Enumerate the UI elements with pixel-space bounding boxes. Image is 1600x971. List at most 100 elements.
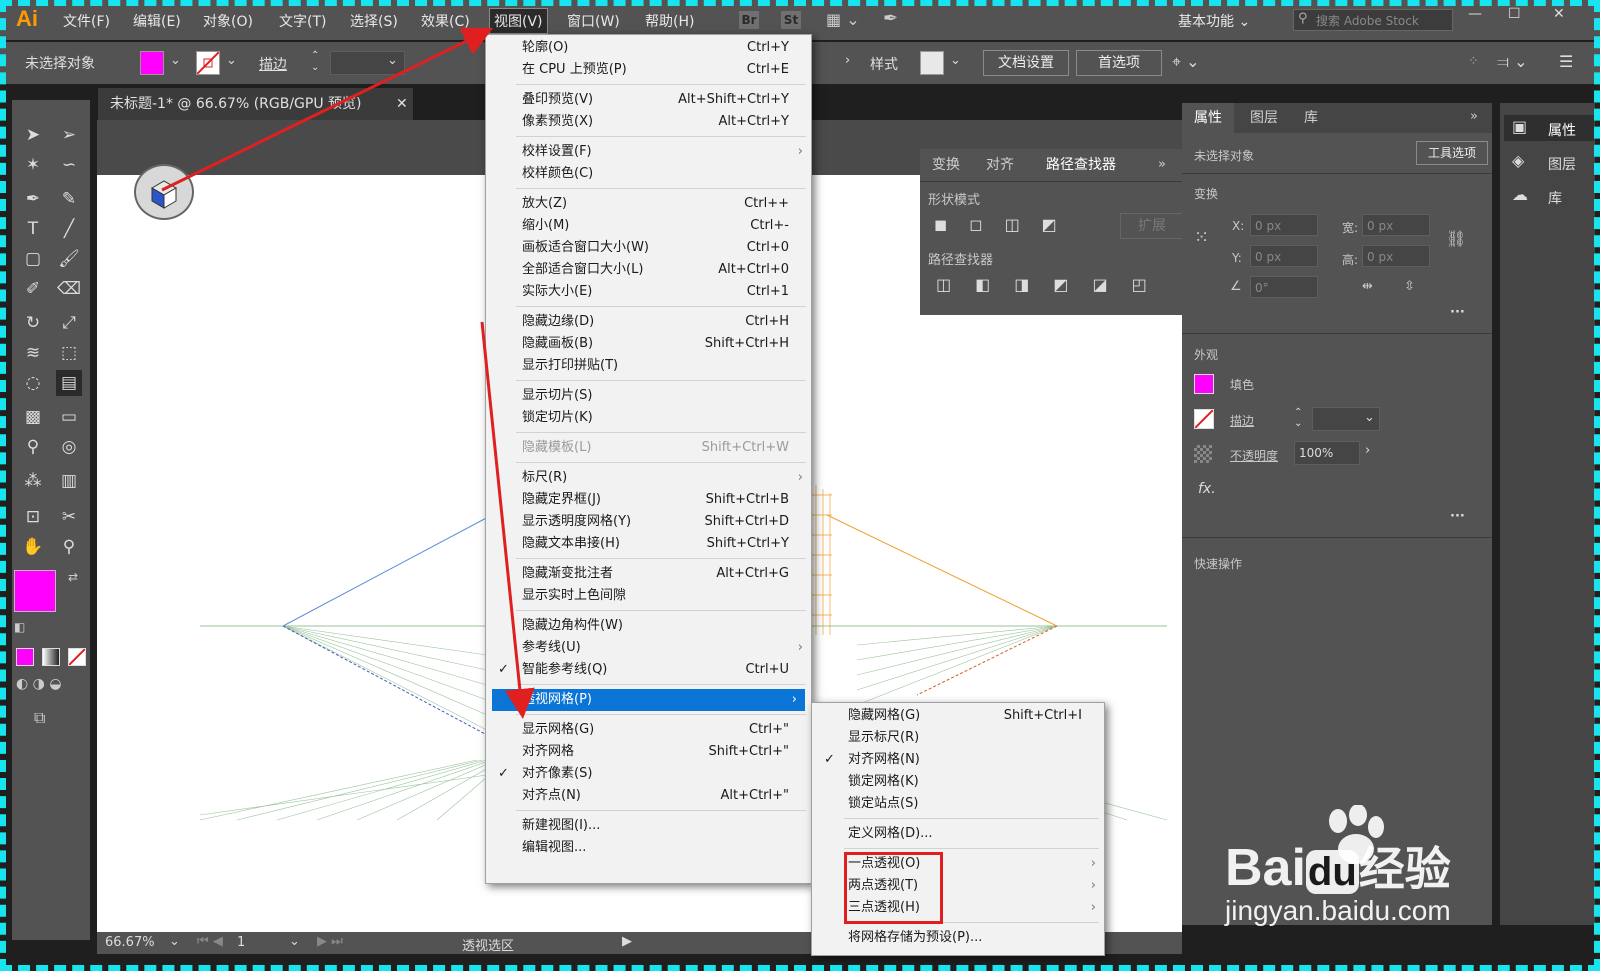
menu-item-fit-artboard[interactable]: 画板适合窗口大小(W) Ctrl+0 bbox=[486, 237, 811, 259]
direct-selection-tool-icon[interactable]: ➢ bbox=[56, 122, 82, 148]
screen-mode-icon[interactable]: ⧉ bbox=[34, 708, 45, 728]
tab-libraries[interactable]: 库 bbox=[1304, 103, 1318, 133]
submenu-hide-grid[interactable]: 隐藏网格(G) Shift+Ctrl+I bbox=[812, 705, 1104, 727]
scale-tool-icon[interactable]: ⤢ bbox=[56, 310, 82, 336]
menu-effect[interactable]: 效果(C) bbox=[421, 11, 470, 31]
submenu-lock-station-point[interactable]: 锁定站点(S) bbox=[812, 793, 1104, 815]
menu-view[interactable]: 视图(V) bbox=[489, 8, 548, 34]
curvature-tool-icon[interactable]: ✎ bbox=[56, 186, 82, 212]
line-tool-icon[interactable]: ╱ bbox=[56, 216, 82, 242]
menu-item-zoom-in[interactable]: 放大(Z) Ctrl++ bbox=[486, 193, 811, 215]
y-input[interactable]: 0 px bbox=[1250, 245, 1318, 267]
tab-properties[interactable]: 属性 bbox=[1182, 103, 1234, 133]
next-page-icon[interactable]: ▶ ⏭ bbox=[317, 934, 343, 949]
stroke-stepper[interactable]: ⌃ ⌄ bbox=[311, 50, 327, 76]
submenu-show-rulers[interactable]: 显示标尺(R) bbox=[812, 727, 1104, 749]
submenu-save-grid-preset[interactable]: 将网格存储为预设(P)... bbox=[812, 927, 1104, 949]
menu-item-smart-guides[interactable]: ✓ 智能参考线(Q) Ctrl+U bbox=[486, 659, 811, 681]
tab-layers[interactable]: 图层 bbox=[1250, 103, 1278, 133]
selection-tool-icon[interactable]: ➤ bbox=[20, 122, 46, 148]
libraries-panel-button[interactable]: ☁ 库 bbox=[1504, 183, 1594, 209]
perspective-grid-tool-icon[interactable]: ▤ bbox=[56, 370, 82, 396]
stroke-dropdown-props-icon[interactable]: ⌄ bbox=[1364, 410, 1375, 425]
eyedropper-tool-icon[interactable]: ⚲ bbox=[20, 434, 46, 460]
menu-edit[interactable]: 编辑(E) bbox=[133, 11, 181, 31]
close-tab-icon[interactable]: ✕ bbox=[396, 88, 408, 120]
menu-help[interactable]: 帮助(H) bbox=[645, 11, 694, 31]
angle-input[interactable]: 0° bbox=[1250, 276, 1318, 298]
chevron-right-icon[interactable]: › bbox=[845, 53, 850, 68]
lasso-tool-icon[interactable]: ∽ bbox=[56, 152, 82, 178]
menu-item-hide-artboards[interactable]: 隐藏画板(B) Shift+Ctrl+H bbox=[486, 333, 811, 355]
menu-item-guides[interactable]: 参考线(U) › bbox=[486, 637, 811, 659]
hand-tool-icon[interactable]: ✋ bbox=[20, 534, 46, 560]
link-icon[interactable]: ⛓ bbox=[1446, 229, 1466, 248]
fill-swatch-small[interactable] bbox=[1194, 374, 1214, 394]
submenu-lock-grid[interactable]: 锁定网格(K) bbox=[812, 771, 1104, 793]
menu-item-cpu-preview[interactable]: 在 CPU 上预览(P) Ctrl+E bbox=[486, 59, 811, 81]
preferences-button[interactable]: 首选项 bbox=[1076, 50, 1162, 76]
stroke-label[interactable]: 描边 bbox=[259, 54, 287, 74]
tab-transform[interactable]: 变换 bbox=[932, 149, 960, 181]
fill-dropdown-icon[interactable]: ⌄ bbox=[170, 53, 181, 68]
menu-item-snap-to-grid[interactable]: 对齐网格 Shift+Ctrl+" bbox=[486, 741, 811, 763]
paintbrush-tool-icon[interactable]: 🖌 bbox=[56, 246, 82, 272]
menu-item-new-view[interactable]: 新建视图(I)... bbox=[486, 815, 811, 837]
menu-select[interactable]: 选择(S) bbox=[350, 11, 398, 31]
perspective-widget[interactable] bbox=[134, 164, 194, 220]
submenu-snap-to-grid[interactable]: ✓ 对齐网格(N) bbox=[812, 749, 1104, 771]
artboard-number[interactable]: 1 bbox=[237, 935, 245, 950]
menu-item-outline[interactable]: 轮廓(O) Ctrl+Y bbox=[486, 37, 811, 59]
stock-search-input[interactable]: 搜索 Adobe Stock bbox=[1293, 9, 1453, 31]
menu-item-rulers[interactable]: 标尺(R) › bbox=[486, 467, 811, 489]
flip-horizontal-icon[interactable]: ⇹ bbox=[1362, 279, 1373, 294]
magic-wand-tool-icon[interactable]: ✶ bbox=[20, 152, 46, 178]
zoom-dropdown-icon[interactable]: ⌄ bbox=[169, 934, 180, 949]
flip-vertical-icon[interactable]: ⇳ bbox=[1404, 279, 1415, 294]
align-grid-icon[interactable]: ⁘ bbox=[1468, 54, 1479, 69]
free-transform-tool-icon[interactable]: ⬚ bbox=[56, 340, 82, 366]
menu-item-actual-size[interactable]: 实际大小(E) Ctrl+1 bbox=[486, 281, 811, 303]
artboard-tool-icon[interactable]: ⊡ bbox=[20, 504, 46, 530]
stroke-weight-dropdown-icon[interactable]: ⌄ bbox=[387, 53, 398, 68]
draw-modes-icon[interactable]: ◐ ◑ ◒ bbox=[16, 676, 62, 692]
swap-colors-icon[interactable]: ⇄ bbox=[68, 570, 78, 584]
menu-item-perspective-grid[interactable]: 透视网格(P) › bbox=[492, 689, 805, 711]
arrange-documents-icon[interactable]: ▦ ⌄ bbox=[826, 10, 860, 29]
menu-item-show-grid[interactable]: 显示网格(G) Ctrl+" bbox=[486, 719, 811, 741]
menu-item-zoom-out[interactable]: 缩小(M) Ctrl+- bbox=[486, 215, 811, 237]
reference-point-icon[interactable]: ⁙ bbox=[1194, 227, 1209, 248]
menu-item-overprint-preview[interactable]: 叠印预览(V) Alt+Shift+Ctrl+Y bbox=[486, 89, 811, 111]
status-menu-icon[interactable]: ▶ bbox=[622, 934, 632, 949]
menu-item-hide-bounding-box[interactable]: 隐藏定界框(J) Shift+Ctrl+B bbox=[486, 489, 811, 511]
x-input[interactable]: 0 px bbox=[1250, 214, 1318, 236]
graph-tool-icon[interactable]: ▥ bbox=[56, 468, 82, 494]
style-swatch[interactable] bbox=[920, 51, 944, 75]
layers-panel-button[interactable]: ◈ 图层 bbox=[1504, 149, 1594, 175]
height-input[interactable]: 0 px bbox=[1362, 245, 1430, 267]
menu-item-hide-gradient-annotator[interactable]: 隐藏渐变批注者 Alt+Ctrl+G bbox=[486, 563, 811, 585]
transform-options-icon[interactable]: ⌖ ⌄ bbox=[1172, 52, 1200, 72]
shaper-tool-icon[interactable]: ✐ bbox=[20, 276, 46, 302]
shape-builder-tool-icon[interactable]: ◌ bbox=[20, 370, 46, 396]
first-page-icon[interactable]: ⏮ ◀ bbox=[197, 934, 223, 949]
width-input[interactable]: 0 px bbox=[1362, 214, 1430, 236]
fill-color-swatch[interactable] bbox=[14, 570, 56, 612]
menu-icon[interactable]: ☰ bbox=[1559, 52, 1573, 71]
menu-item-proof-colors[interactable]: 校样颜色(C) bbox=[486, 163, 811, 185]
symbol-sprayer-tool-icon[interactable]: ⁂ bbox=[20, 468, 46, 494]
menu-item-show-slices[interactable]: 显示切片(S) bbox=[486, 385, 811, 407]
menu-item-hide-edges[interactable]: 隐藏边缘(D) Ctrl+H bbox=[486, 311, 811, 333]
effects-icon[interactable]: fx. bbox=[1198, 481, 1216, 497]
mesh-tool-icon[interactable]: ▩ bbox=[20, 404, 46, 430]
properties-panel-button[interactable]: ▣ 属性 bbox=[1504, 115, 1594, 141]
expand-button[interactable]: 扩展 bbox=[1120, 213, 1184, 239]
menu-item-snap-to-pixel[interactable]: ✓ 对齐像素(S) bbox=[486, 763, 811, 785]
stroke-stepper-props[interactable]: ⌃ ⌄ bbox=[1294, 407, 1308, 429]
close-window-icon[interactable]: ✕ bbox=[1553, 6, 1565, 22]
menu-item-proof-setup[interactable]: 校样设置(F) › bbox=[486, 141, 811, 163]
menu-item-pixel-preview[interactable]: 像素预览(X) Alt+Ctrl+Y bbox=[486, 111, 811, 133]
gradient-mode-icon[interactable] bbox=[42, 648, 60, 666]
stroke-swatch[interactable] bbox=[196, 51, 220, 75]
color-mode-icon[interactable] bbox=[16, 648, 34, 666]
